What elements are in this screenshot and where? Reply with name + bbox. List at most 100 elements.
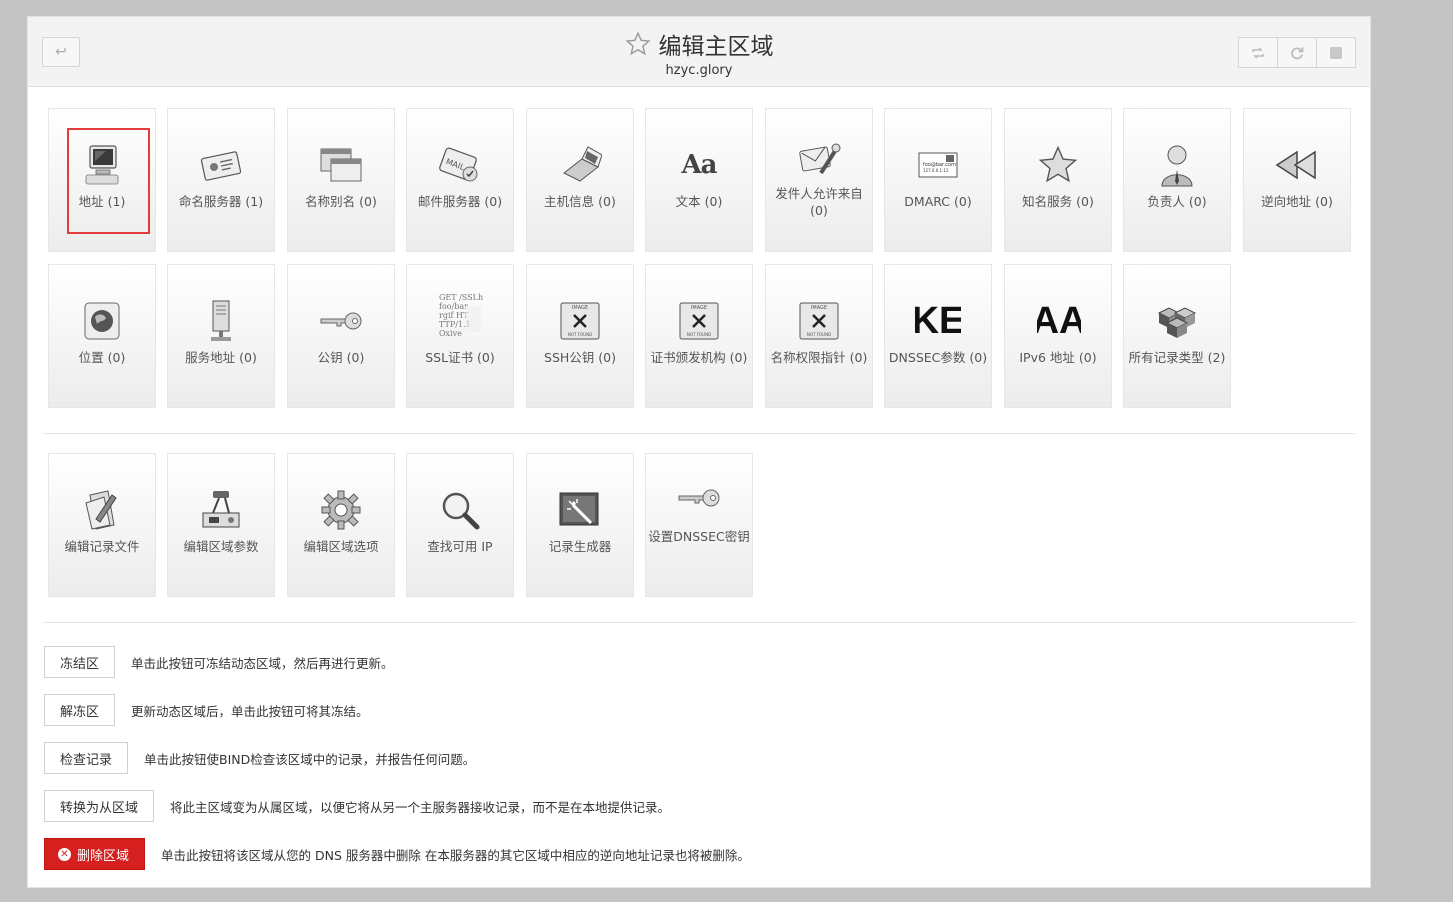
cubes-icon xyxy=(1157,307,1197,338)
tool-tile-edit-records-file[interactable]: 编辑记录文件 xyxy=(48,453,156,597)
stop-icon xyxy=(1330,46,1342,59)
cert-line: Oxive xyxy=(439,329,462,338)
record-tile-label: IPv6 地址 (0) xyxy=(1019,350,1097,365)
record-tile-label: 负责人 (0) xyxy=(1147,194,1207,209)
record-tile-srv[interactable]: 服务地址 (0) xyxy=(167,264,275,408)
record-tile-all-types[interactable]: 所有记录类型 (2) xyxy=(1123,264,1231,408)
tool-tile-edit-zone-params[interactable]: 编辑区域参数 xyxy=(167,453,275,597)
stop-button[interactable] xyxy=(1316,37,1356,68)
freeze-zone-button[interactable]: 冻结区 xyxy=(44,646,116,678)
img-nf-bottom: NOT FOUND xyxy=(568,332,592,337)
certificate-icon: GET /SSLhfoo/barrgif HTTTP/1.1Oxive xyxy=(439,293,483,338)
tool-tile-setup-dnssec-key[interactable]: 设置DNSSEC密钥 xyxy=(645,453,753,597)
record-tile-label: DNSSEC参数 (0) xyxy=(888,350,988,365)
tool-tile-label: 编辑区域参数 xyxy=(183,539,259,554)
server-icon xyxy=(211,300,231,341)
gear-icon xyxy=(321,490,361,530)
apply-config-button[interactable] xyxy=(1238,37,1278,68)
record-tile-caa[interactable]: IMAGE NOT FOUND 证书颁发机构 (0) xyxy=(645,264,753,408)
record-tile-location[interactable]: 位置 (0) xyxy=(48,264,156,408)
record-tile-label: 发件人允许来自 (0) xyxy=(775,186,863,218)
action-row: ✕ 删除区域 单击此按钮将该区域从您的 DNS 服务器中删除 在本服务器的其它区… xyxy=(44,838,750,870)
convert-to-slave-button[interactable]: 转换为从区域 xyxy=(44,790,155,822)
tool-tile-label: 编辑区域选项 xyxy=(303,539,379,554)
cert-line: GET /SSLh xyxy=(439,293,483,302)
record-tile-address[interactable]: 地址 (1) xyxy=(48,108,156,252)
page-title: 编辑主区域 xyxy=(658,34,774,60)
tool-tile-label: 查找可用 IP xyxy=(427,539,493,554)
check-records-button[interactable]: 检查记录 xyxy=(44,742,129,774)
tool-tile-label: 编辑记录文件 xyxy=(64,539,140,554)
record-tile-wks[interactable]: 知名服务 (0) xyxy=(1004,108,1112,252)
record-tile-alias[interactable]: 名称别名 (0) xyxy=(287,108,395,252)
rewind-icon xyxy=(1275,150,1316,180)
mail-wrench-icon xyxy=(799,143,841,175)
person-icon xyxy=(1161,145,1193,187)
record-tile-ssl[interactable]: GET /SSLh foo/bar rgif HT TTP/1.1 Oxive SSL证… xyxy=(406,264,514,408)
record-tile-spf[interactable]: 发件人允许来自 (0) xyxy=(765,108,873,252)
action-row: 解冻区 更新动态区域后，单击此按钮可将其冻结。 xyxy=(44,694,369,726)
record-tile-mailserver[interactable]: MAIL 邮件服务器 (0) xyxy=(406,108,514,252)
repeat-icon xyxy=(1252,46,1264,59)
action-row: 转换为从区域 将此主区域变为从属区域，以便它将从另一个主服务器接收记录，而不是在… xyxy=(44,790,670,822)
edit-file-icon xyxy=(85,490,117,530)
record-tile-hostinfo[interactable]: 主机信息 (0) xyxy=(526,108,634,252)
header: ↩ 编辑主区域 hzyc.glory xyxy=(28,17,1370,87)
record-tile-responsible[interactable]: 负责人 (0) xyxy=(1123,108,1231,252)
record-tile-nameserver[interactable]: 命名服务器 (1) xyxy=(167,108,275,252)
action-description: 单击此按钮使BIND检查该区域中的记录，并报告任何问题。 xyxy=(144,751,476,767)
image-not-found-icon: IMAGE NOT FOUND xyxy=(560,302,600,340)
star-icon xyxy=(1038,145,1078,183)
img-nf-top: IMAGE xyxy=(811,305,827,311)
refresh-icon xyxy=(1291,47,1304,59)
tool-tile-label: 设置DNSSEC密钥 xyxy=(648,529,750,544)
record-tile-dmarc[interactable]: foo@bar.com 127.0.0.1:12 DMARC (0) xyxy=(884,108,992,252)
divider xyxy=(43,433,1355,434)
refresh-button[interactable] xyxy=(1277,37,1317,68)
image-not-found-icon: IMAGE NOT FOUND xyxy=(799,302,839,340)
cert-line: rgif HT xyxy=(439,311,469,320)
img-nf-top: IMAGE xyxy=(572,305,588,311)
tool-tile-record-generator[interactable]: 记录生成器 xyxy=(526,453,634,597)
record-tile-label: 主机信息 (0) xyxy=(544,194,616,209)
record-tile-reverse[interactable]: 逆向地址 (0) xyxy=(1243,108,1351,252)
record-tile-label: 公钥 (0) xyxy=(317,350,365,365)
favorite-star-icon[interactable] xyxy=(624,31,651,57)
record-tile-label: 文本 (0) xyxy=(675,194,723,209)
record-tile-label: 服务地址 (0) xyxy=(185,350,257,365)
magnifier-icon xyxy=(442,492,480,530)
record-tile-label: 邮件服务器 (0) xyxy=(417,194,503,209)
key-icon xyxy=(678,489,720,507)
tool-tile-label: 记录生成器 xyxy=(548,539,612,554)
action-description: 单击此按钮将该区域从您的 DNS 服务器中删除 在本服务器的其它区域中相应的逆向… xyxy=(161,847,750,863)
record-tile-dnssec[interactable]: KE DNSSEC参数 (0) xyxy=(884,264,992,408)
tool-tile-find-free-ip[interactable]: 查找可用 IP xyxy=(406,453,514,597)
record-tile-label: 位置 (0) xyxy=(78,350,126,365)
record-tile-ipv6[interactable]: AA IPv6 地址 (0) xyxy=(1004,264,1112,408)
wand-icon xyxy=(559,492,599,526)
img-nf-bottom: NOT FOUND xyxy=(807,332,831,337)
record-tile-pubkey[interactable]: 公钥 (0) xyxy=(287,264,395,408)
record-tile-naptr[interactable]: IMAGE NOT FOUND 名称权限指针 (0) xyxy=(765,264,873,408)
action-description: 更新动态区域后，单击此按钮可将其冻结。 xyxy=(131,703,369,719)
laptop-icon xyxy=(563,146,602,182)
action-row: 检查记录 单击此按钮使BIND检查该区域中的记录，并报告任何问题。 xyxy=(44,742,475,774)
tool-tile-edit-zone-options[interactable]: 编辑区域选项 xyxy=(287,453,395,597)
unfreeze-zone-button[interactable]: 解冻区 xyxy=(44,694,116,726)
image-not-found-icon: IMAGE NOT FOUND xyxy=(679,302,719,340)
record-tile-label: 命名服务器 (1) xyxy=(178,194,264,209)
card-icon xyxy=(200,151,242,181)
selection-highlight xyxy=(67,128,150,234)
record-tile-label: 逆向地址 (0) xyxy=(1261,194,1333,209)
record-tile-sshfp[interactable]: IMAGE NOT FOUND SSH公钥 (0) xyxy=(526,264,634,408)
action-row: 冻结区 单击此按钮可冻结动态区域，然后再进行更新。 xyxy=(44,646,394,678)
envelope-icon: foo@bar.com127.0.0.1:12 xyxy=(918,152,958,178)
img-nf-bottom: NOT FOUND xyxy=(687,332,711,337)
cert-line: foo/bar xyxy=(439,302,468,311)
delete-zone-button[interactable]: ✕ 删除区域 xyxy=(44,838,146,870)
record-tile-text[interactable]: Aa 文本 (0) xyxy=(645,108,753,252)
record-tile-label: 证书颁发机构 (0) xyxy=(650,350,748,365)
divider xyxy=(43,622,1355,623)
record-tile-label: 名称权限指针 (0) xyxy=(770,350,868,365)
img-nf-top: IMAGE xyxy=(691,305,707,311)
